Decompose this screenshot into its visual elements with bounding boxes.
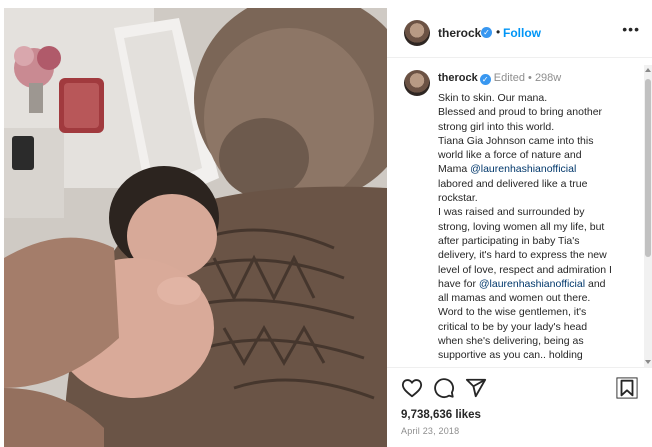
caption-line: strong girl into this world.: [438, 120, 555, 133]
caption-scrollbar[interactable]: [644, 65, 652, 367]
caption-line: level of love, respect and admiration I: [438, 263, 612, 276]
caption-line: Word to the wise gentlemen, it's: [438, 306, 587, 319]
caption-line-mention[interactable]: Mama @laurenhashianofficial: [438, 162, 634, 176]
instagram-post: therock ✓ • Follow ••• therock ✓ Edited • …: [4, 8, 652, 447]
caption-separator-dot: •: [528, 72, 532, 84]
caption-line: all mamas and women out there.: [438, 292, 591, 305]
caption-line: critical to be by your lady's head: [438, 320, 588, 333]
caption-line: when she's delivering, being as: [438, 335, 584, 348]
scroll-thumb[interactable]: [645, 79, 651, 257]
caption-area: therock ✓ Edited • 298w Skin to skin. Our …: [387, 59, 652, 367]
comment-icon: [434, 378, 454, 399]
post-photo[interactable]: [4, 8, 387, 447]
share-button[interactable]: [465, 377, 487, 399]
author-avatar[interactable]: [404, 20, 430, 46]
caption-line: supportive as you can.. holding: [438, 349, 583, 362]
photo-illustration: [4, 8, 387, 447]
caption-line: Skin to skin. Our mana.: [438, 92, 548, 104]
author-username[interactable]: therock: [438, 26, 481, 40]
caption-line: delivery, it's hard to express the new: [438, 249, 607, 262]
share-icon: [465, 378, 487, 398]
heart-icon: [401, 379, 423, 398]
caption-line-mention[interactable]: have for @laurenhashianofficial and: [438, 277, 634, 291]
caption-header: therock ✓ Edited • 298w: [438, 72, 561, 85]
caption-line: Tiana Gia Johnson came into this: [438, 134, 594, 147]
comment-button[interactable]: [433, 377, 455, 399]
caption-verified-badge-icon: ✓: [479, 74, 491, 85]
caption-time-ago[interactable]: 298w: [535, 72, 561, 84]
edited-label: Edited: [493, 72, 525, 84]
caption-author-username[interactable]: therock: [438, 72, 478, 84]
caption-line: labored and delivered like a true: [438, 177, 588, 190]
caption-line: Blessed and proud to bring another: [438, 106, 603, 119]
scroll-up-arrow-icon[interactable]: [645, 68, 651, 72]
bookmark-icon: [616, 377, 638, 399]
caption-line: after participating in baby Tia's: [438, 234, 580, 247]
post-date[interactable]: April 23, 2018: [401, 426, 459, 436]
likes-count[interactable]: 9,738,636 likes: [401, 409, 481, 421]
post-side-panel: therock ✓ • Follow ••• therock ✓ Edited • …: [387, 8, 652, 447]
caption-line: world like a force of nature and: [438, 149, 582, 162]
scroll-down-arrow-icon[interactable]: [645, 360, 651, 364]
caption-author-avatar[interactable]: [404, 70, 430, 96]
follow-button[interactable]: Follow: [503, 26, 541, 40]
mention-link[interactable]: @laurenhashianofficial: [479, 278, 585, 290]
mention-link[interactable]: @laurenhashianofficial: [470, 163, 576, 175]
save-button[interactable]: [616, 377, 638, 399]
caption-line: strong, loving women all my life, but: [438, 220, 605, 233]
like-button[interactable]: [401, 377, 423, 399]
post-actions: 9,738,636 likes April 23, 2018: [387, 367, 652, 447]
caption-line: rockstar.: [438, 192, 478, 205]
caption-line: I was raised and surrounded by: [438, 206, 585, 219]
post-header: therock ✓ • Follow •••: [387, 8, 652, 58]
separator-dot: •: [496, 25, 501, 39]
caption-text: Skin to skin. Our mana. Blessed and prou…: [438, 91, 634, 363]
verified-badge-icon: ✓: [481, 27, 492, 38]
more-options-icon[interactable]: •••: [622, 21, 640, 37]
